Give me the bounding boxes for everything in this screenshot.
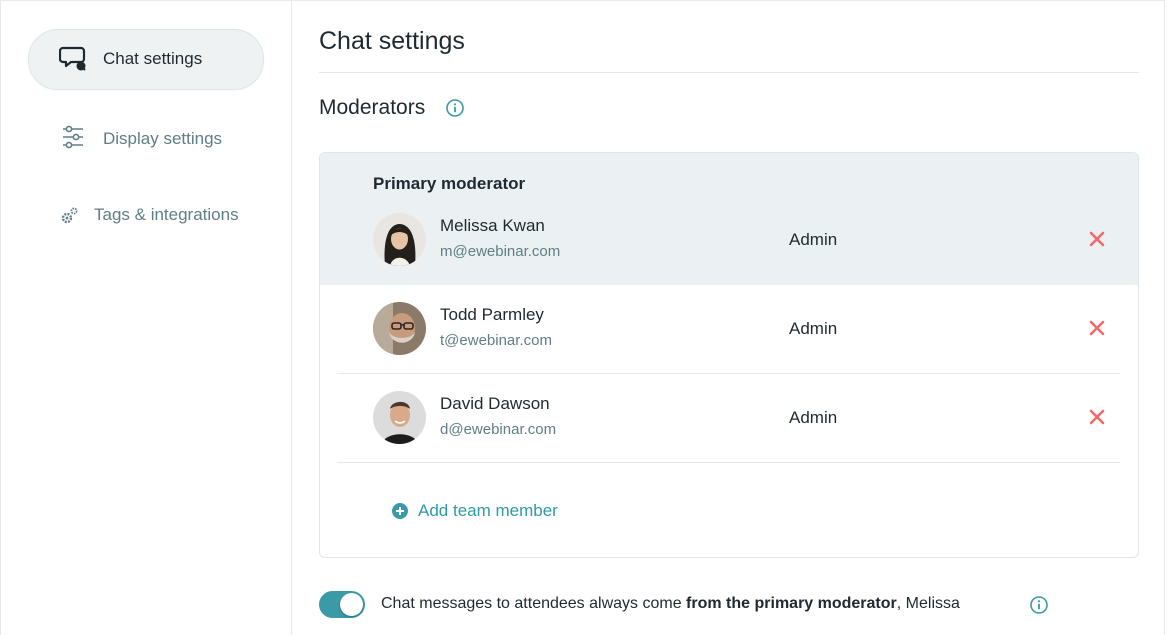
page-title: Chat settings xyxy=(319,27,465,55)
gears-icon xyxy=(60,206,80,231)
moderator-name: David Dawson xyxy=(440,394,550,413)
sidebar-item-label: Tags & integrations xyxy=(94,205,239,224)
avatar xyxy=(373,391,426,444)
row-divider xyxy=(337,462,1120,463)
title-divider xyxy=(319,72,1139,73)
toggle-text-bold: from the primary moderator xyxy=(686,595,897,612)
toggle-text-after: , Melissa xyxy=(896,595,960,612)
sidebar-item-label: Display settings xyxy=(103,129,223,148)
primary-moderator-toggle[interactable] xyxy=(319,591,365,618)
sidebar-item-chat-settings[interactable]: Chat settings xyxy=(28,29,264,90)
toggle-description: Chat messages to attendees always come f… xyxy=(381,595,960,613)
info-icon[interactable] xyxy=(1030,596,1048,614)
add-team-member-button[interactable]: Add team member xyxy=(392,501,558,521)
moderator-row: David Dawson d@ewebinar.com Admin xyxy=(320,374,1138,463)
moderators-section-title: Moderators xyxy=(319,96,426,119)
sliders-icon xyxy=(60,124,86,155)
avatar xyxy=(373,213,426,266)
remove-icon[interactable] xyxy=(1088,408,1106,426)
plus-circle-icon xyxy=(392,503,408,519)
chat-bubbles-icon xyxy=(58,44,89,74)
primary-moderator-heading: Primary moderator xyxy=(373,174,526,193)
info-icon[interactable] xyxy=(446,99,464,117)
moderator-row: Todd Parmley t@ewebinar.com Admin xyxy=(320,285,1138,374)
moderator-name: Todd Parmley xyxy=(440,305,544,324)
toggle-knob xyxy=(340,593,363,616)
remove-icon[interactable] xyxy=(1088,319,1106,337)
moderators-card: Primary moderator Melissa Kwan m@ewebina… xyxy=(319,152,1139,558)
moderator-row: Melissa Kwan m@ewebinar.com Admin xyxy=(320,196,1138,285)
sidebar-item-label: Chat settings xyxy=(103,49,203,68)
sidebar: Chat settings Display settings Tags & in… xyxy=(0,0,292,635)
toggle-text-before: Chat messages to attendees always come xyxy=(381,595,687,612)
moderator-role: Admin xyxy=(789,230,838,249)
moderator-email: t@ewebinar.com xyxy=(440,332,552,349)
moderator-email: m@ewebinar.com xyxy=(440,243,561,260)
moderator-name: Melissa Kwan xyxy=(440,216,545,235)
add-team-member-label: Add team member xyxy=(418,501,558,520)
remove-icon[interactable] xyxy=(1088,230,1106,248)
moderator-email: d@ewebinar.com xyxy=(440,421,557,438)
moderator-role: Admin xyxy=(789,408,838,427)
avatar xyxy=(373,302,426,355)
moderator-role: Admin xyxy=(789,319,838,338)
